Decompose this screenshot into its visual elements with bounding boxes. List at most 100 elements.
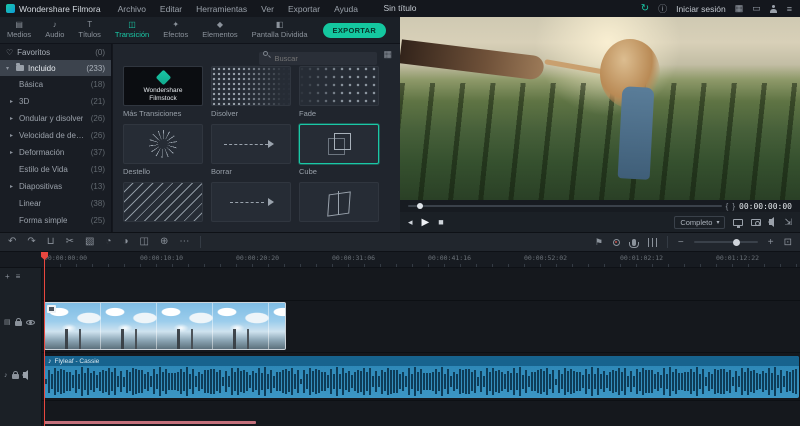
cat-deformacion[interactable]: ▸ Deformación (37): [0, 144, 111, 161]
motion-icon[interactable]: ⊕: [160, 233, 168, 251]
app-logo-icon: [6, 4, 15, 13]
video-clip[interactable]: [44, 302, 286, 350]
search-input[interactable]: [259, 52, 377, 65]
caret-right-icon: ▸: [10, 132, 16, 139]
figure-woman-dress: [618, 86, 655, 179]
prev-frame-icon[interactable]: ◂: [408, 217, 413, 228]
fit-dropdown[interactable]: Completo ▾: [674, 216, 725, 229]
fullscreen-icon[interactable]: ⇲: [784, 217, 792, 228]
speed-icon[interactable]: ◔: [105, 233, 111, 251]
sync-icon[interactable]: ↻: [641, 3, 649, 14]
cat-ondular-y-disolver[interactable]: ▸ Ondular y disolver (26): [0, 110, 111, 127]
timeline-ruler[interactable]: 00:00:00:0000:00:10:1000:00:20:2000:00:3…: [0, 252, 800, 268]
tab-icon: T: [87, 21, 92, 29]
tab-elementos[interactable]: ◆ Elementos: [195, 21, 244, 39]
transition-thumbnail-icon: [123, 182, 203, 222]
menu-ayuda[interactable]: Ayuda: [327, 4, 365, 14]
tab-pantalla-dividida[interactable]: ◧ Pantalla Dividida: [245, 21, 315, 39]
account-icon[interactable]: [770, 5, 778, 13]
menu-ver[interactable]: Ver: [254, 4, 281, 14]
zoom-out-icon[interactable]: −: [678, 237, 684, 248]
tab-icon: ♪: [53, 21, 57, 29]
mark-in-icon[interactable]: {: [726, 202, 729, 211]
add-track-icon[interactable]: +: [5, 272, 10, 281]
record-icon[interactable]: [613, 239, 620, 246]
stop-button[interactable]: ■: [438, 217, 443, 227]
redo-icon[interactable]: ↷: [27, 233, 35, 251]
transition-thumbnail-icon: [211, 182, 291, 222]
cat-diapositivas[interactable]: ▸ Diapositivas (13): [0, 178, 111, 195]
more-icon[interactable]: ⋯: [179, 233, 189, 251]
volume-icon[interactable]: [769, 219, 772, 225]
voiceover-mic-icon[interactable]: [632, 239, 636, 246]
sidebar-favorites[interactable]: ♡ Favoritos (0): [0, 44, 111, 60]
cat-estilo-de-vida[interactable]: ▸ Estilo de Vida (19): [0, 161, 111, 178]
delete-icon[interactable]: ⊔: [47, 233, 55, 251]
tile-wipe-2[interactable]: [211, 182, 291, 232]
transition-label: Destello: [123, 167, 203, 176]
tab-audio[interactable]: ♪ Audio: [38, 21, 71, 39]
category-count: (37): [91, 148, 105, 157]
layout-icon[interactable]: ▦: [735, 3, 744, 14]
login-button[interactable]: Iniciar sesión: [676, 4, 726, 14]
fit-timeline-icon[interactable]: ⊡: [784, 237, 792, 248]
cat-basica[interactable]: ▸ Básica (18): [0, 76, 111, 93]
tile-borrar[interactable]: Borrar: [211, 124, 291, 182]
snapshot-icon[interactable]: [751, 219, 761, 226]
visibility-icon[interactable]: [26, 320, 35, 325]
play-button[interactable]: ▶: [422, 217, 430, 228]
mute-icon[interactable]: [23, 372, 26, 378]
seek-knob[interactable]: [417, 203, 423, 209]
tab-titulos[interactable]: T Títulos: [71, 21, 108, 39]
tile-mas-transiciones[interactable]: Wondershare Filmstock Más Transiciones: [123, 66, 203, 124]
display-icon[interactable]: ▭: [752, 3, 761, 14]
tab-medios[interactable]: ▤ Medios: [0, 21, 38, 39]
seek-track[interactable]: [408, 205, 722, 207]
cat-3d[interactable]: ▸ 3D (21): [0, 93, 111, 110]
crop-icon[interactable]: ▧: [85, 233, 94, 251]
menu-herramientas[interactable]: Herramientas: [189, 4, 254, 14]
preview-seekbar: { } 00:00:00:00: [400, 200, 800, 212]
partial-clip[interactable]: [44, 421, 256, 424]
audio-mixer-icon[interactable]: [648, 238, 657, 247]
undo-icon[interactable]: ↶: [8, 233, 16, 251]
audio-clip[interactable]: ♪ Flyleaf - Cassie: [44, 356, 799, 398]
split-icon[interactable]: ✂: [66, 233, 74, 251]
cat-linear[interactable]: ▸ Linear (38): [0, 195, 111, 212]
menu-editar[interactable]: Editar: [153, 4, 189, 14]
menu-archivo[interactable]: Archivo: [111, 4, 153, 14]
zoom-in-icon[interactable]: +: [768, 237, 774, 248]
tile-cube[interactable]: Cube: [299, 124, 379, 182]
tab-transicion[interactable]: ◫ Transición: [108, 21, 156, 39]
menu-exportar[interactable]: Exportar: [281, 4, 327, 14]
cat-forma-simple[interactable]: ▸ Forma simple (25): [0, 212, 111, 229]
lock-icon[interactable]: [15, 321, 22, 326]
favorites-count: (0): [95, 48, 105, 57]
marker-icon[interactable]: ⚑: [595, 237, 603, 248]
zoom-slider[interactable]: [694, 241, 758, 243]
monitor-icon[interactable]: [733, 219, 743, 226]
view-grid-icon[interactable]: ▦: [383, 49, 392, 60]
sidebar-group-incluido[interactable]: ▾ Incluido (233): [0, 60, 111, 76]
tile-fade[interactable]: Fade: [299, 66, 379, 124]
transition-grid: Wondershare Filmstock Más Transiciones D…: [113, 64, 400, 232]
menu-more-icon[interactable]: ≡: [787, 4, 792, 14]
tile-warp[interactable]: [299, 182, 379, 232]
audio-track-icon: ♪: [4, 372, 8, 379]
audio-track-header: ♪: [0, 371, 42, 379]
color-icon[interactable]: ◑: [122, 233, 128, 251]
tile-disolver[interactable]: Disolver: [211, 66, 291, 124]
tab-icon: ◫: [128, 21, 136, 29]
transition-label: Borrar: [211, 167, 291, 176]
export-button[interactable]: EXPORTAR: [323, 23, 387, 38]
mark-out-icon[interactable]: }: [732, 202, 735, 211]
pip-icon[interactable]: ◫: [140, 233, 149, 251]
playhead[interactable]: [44, 252, 45, 426]
tab-efectos[interactable]: ✦ Efectos: [156, 21, 195, 39]
tile-stairs[interactable]: [123, 182, 203, 232]
track-menu-icon[interactable]: ≡: [16, 272, 21, 281]
zoom-slider-knob[interactable]: [733, 239, 740, 246]
cat-velocidad-de-desenf[interactable]: ▸ Velocidad de desenf (26): [0, 127, 111, 144]
info-icon[interactable]: ⓘ: [658, 2, 667, 15]
tile-destello[interactable]: Destello: [123, 124, 203, 182]
